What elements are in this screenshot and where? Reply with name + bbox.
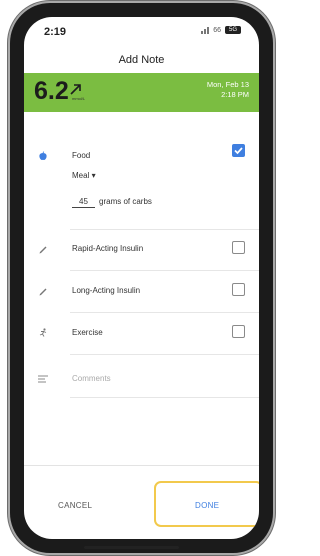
exercise-checkbox[interactable] <box>232 325 245 338</box>
exercise-label: Exercise <box>72 328 103 337</box>
food-checkbox[interactable] <box>232 144 245 157</box>
meal-dropdown[interactable]: Meal ▾ <box>72 171 96 180</box>
status-time: 2:19 <box>44 26 67 38</box>
long-insulin-label: Long-Acting Insulin <box>72 286 141 295</box>
carbs-field[interactable]: 45 grams of carbs <box>72 197 152 208</box>
comments-input[interactable]: Comments <box>72 374 111 383</box>
long-insulin-checkbox[interactable] <box>232 283 245 296</box>
battery-icon: 5G <box>225 26 241 34</box>
screen: 2:19 66 5G Add Note 6.2 mmol/L Mon, Feb … <box>24 17 259 539</box>
apple-icon <box>39 151 47 161</box>
divider <box>70 270 259 271</box>
cancel-button[interactable]: CANCEL <box>58 501 92 510</box>
phone-frame: 2:19 66 5G Add Note 6.2 mmol/L Mon, Feb … <box>10 3 273 553</box>
glucose-value: 6.2 <box>34 77 69 105</box>
rapid-insulin-row[interactable]: Rapid-Acting Insulin <box>24 230 259 270</box>
footer-divider <box>24 465 259 466</box>
glucose-unit: mmol/L <box>72 96 86 101</box>
carbs-label: grams of carbs <box>99 197 152 206</box>
status-bar: 2:19 66 5G <box>24 17 259 47</box>
pen-icon <box>39 246 47 254</box>
divider <box>70 397 259 398</box>
divider <box>70 354 259 355</box>
network-label: 66 <box>213 26 221 34</box>
food-label: Food <box>72 151 91 160</box>
rapid-insulin-label: Rapid-Acting Insulin <box>72 244 144 253</box>
signal-icon <box>201 26 210 34</box>
running-icon <box>39 328 47 337</box>
divider <box>70 312 259 313</box>
glucose-banner: 6.2 mmol/L Mon, Feb 13 2:18 PM <box>24 73 259 112</box>
pen-icon <box>39 288 47 296</box>
comments-icon <box>38 375 48 383</box>
reading-date: Mon, Feb 13 <box>206 80 249 89</box>
long-insulin-row[interactable]: Long-Acting Insulin <box>24 272 259 312</box>
page-title: Add Note <box>118 54 165 66</box>
trend-arrow-icon <box>70 84 81 95</box>
carbs-input[interactable]: 45 <box>72 197 95 208</box>
home-indicator[interactable] <box>84 546 179 549</box>
status-right: 66 5G <box>201 26 241 34</box>
reading-time: 2:18 PM <box>221 90 249 99</box>
food-row[interactable]: Food <box>24 137 259 177</box>
exercise-row[interactable]: Exercise <box>24 314 259 354</box>
done-button[interactable]: DONE <box>195 501 219 510</box>
reading-datetime: Mon, Feb 13 2:18 PM <box>207 80 249 100</box>
rapid-insulin-checkbox[interactable] <box>232 241 245 254</box>
